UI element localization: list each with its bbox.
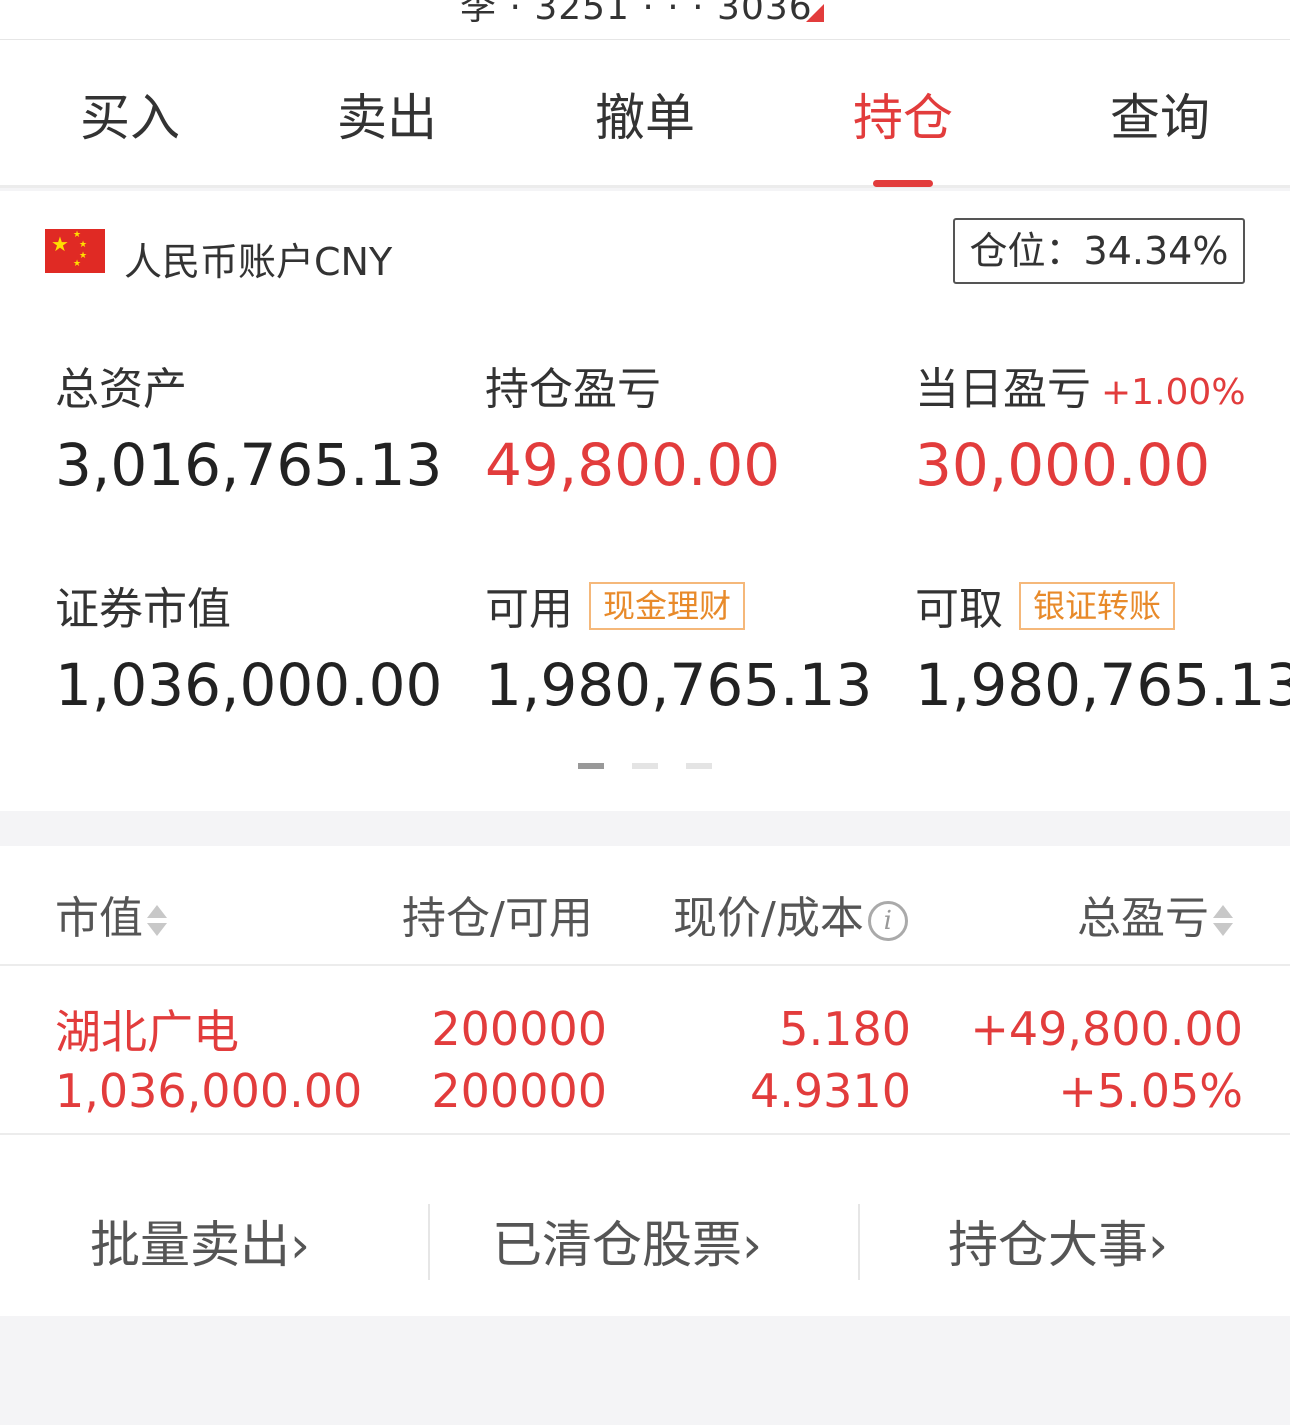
divider [428,1204,430,1280]
daily-pnl-label-text: 当日盈亏 [915,364,1091,415]
market-value-value: 1,036,000.00 [55,651,443,719]
column-price-cost: 现价/成本 i [673,882,908,946]
holding-pnl-value: 49,800.00 [485,431,781,499]
total-assets-label: 总资产 [55,364,187,415]
active-tab-indicator [873,180,933,187]
total-assets-value: 3,016,765.13 [55,431,443,499]
batch-sell-link[interactable]: 批量卖出› [90,1205,310,1277]
chevron-right-icon: › [1148,1216,1168,1274]
holdings-header: 市值 持仓/可用 现价/成本 i 总盈亏 [0,846,1290,966]
table-row[interactable]: 湖北广电 1,036,000.00 200000 200000 5.180 4.… [0,968,1290,1135]
total-pnl-percent: +5.05% [1058,1064,1243,1118]
chevron-right-icon: › [290,1216,310,1274]
sort-icon [147,901,167,941]
info-icon[interactable]: i [867,901,908,941]
page-dot [632,763,658,769]
batch-sell-label: 批量卖出 [90,1216,290,1274]
daily-pnl-value: 30,000.00 [915,431,1211,499]
daily-pnl-percent: +1.00% [1101,372,1246,413]
column-total-pnl[interactable]: 总盈亏 [1077,882,1233,946]
column-market-value[interactable]: 市值 [55,882,167,946]
available-qty: 200000 [431,1064,607,1118]
chevron-right-icon: › [742,1216,762,1274]
column-price-cost-label: 现价/成本 [673,893,864,944]
tab-buy[interactable]: 买入 [30,88,230,148]
dropdown-corner-icon [806,4,824,22]
holdings-actions: 批量卖出› 已清仓股票› 持仓大事› [0,1160,1290,1316]
tab-cancel-order[interactable]: 撤单 [545,88,745,148]
account-header[interactable]: 李 · 3251 · · · 3036 [0,0,1290,40]
total-pnl-amount: +49,800.00 [970,1002,1243,1056]
available-label-text: 可用 [485,584,573,635]
page-dot [686,763,712,769]
cost-price: 4.9310 [750,1064,911,1118]
cleared-stocks-label: 已清仓股票 [492,1216,742,1274]
tab-sell[interactable]: 卖出 [287,88,487,148]
divider [858,1204,860,1280]
position-qty: 200000 [431,1002,607,1056]
position-events-label: 持仓大事 [948,1216,1148,1274]
position-events-link[interactable]: 持仓大事› [948,1205,1168,1277]
column-position-available: 持仓/可用 [402,893,593,944]
holding-pnl-label: 持仓盈亏 [485,364,661,415]
account-line: 李 · 3251 · · · 3036 [460,0,813,28]
position-ratio-badge: 仓位：34.34% [953,218,1245,284]
market-value-label: 证券市值 [55,584,231,635]
withdrawable-label: 可取 银证转账 [915,573,1176,637]
sort-icon [1213,901,1233,941]
current-price: 5.180 [779,1002,911,1056]
stock-name: 湖北广电 [55,1005,239,1059]
page-dot-active [578,763,604,769]
tab-positions[interactable]: 持仓 [803,88,1003,148]
china-flag-icon: ★ ★ ★ ★ ★ [45,229,105,273]
withdrawable-label-text: 可取 [915,584,1003,635]
cash-management-button[interactable]: 现金理财 [589,582,746,630]
account-name: 人民币账户CNY [124,240,393,284]
tab-query[interactable]: 查询 [1060,88,1260,148]
trade-tab-bar: 买入 卖出 撤单 持仓 查询 [0,40,1290,188]
available-value: 1,980,765.13 [485,651,873,719]
bank-transfer-button[interactable]: 银证转账 [1019,582,1176,630]
withdrawable-value: 1,980,765.13 [915,651,1290,719]
column-total-pnl-label: 总盈亏 [1077,893,1209,944]
account-summary: ★ ★ ★ ★ ★ 人民币账户CNY 仓位：34.34% 总资产 3,016,7… [0,191,1290,811]
column-market-value-label: 市值 [55,893,143,944]
daily-pnl-label: 当日盈亏 +1.00% [915,353,1246,417]
available-label: 可用 现金理财 [485,573,746,637]
cleared-stocks-link[interactable]: 已清仓股票› [492,1205,762,1277]
stock-market-value: 1,036,000.00 [55,1064,363,1118]
